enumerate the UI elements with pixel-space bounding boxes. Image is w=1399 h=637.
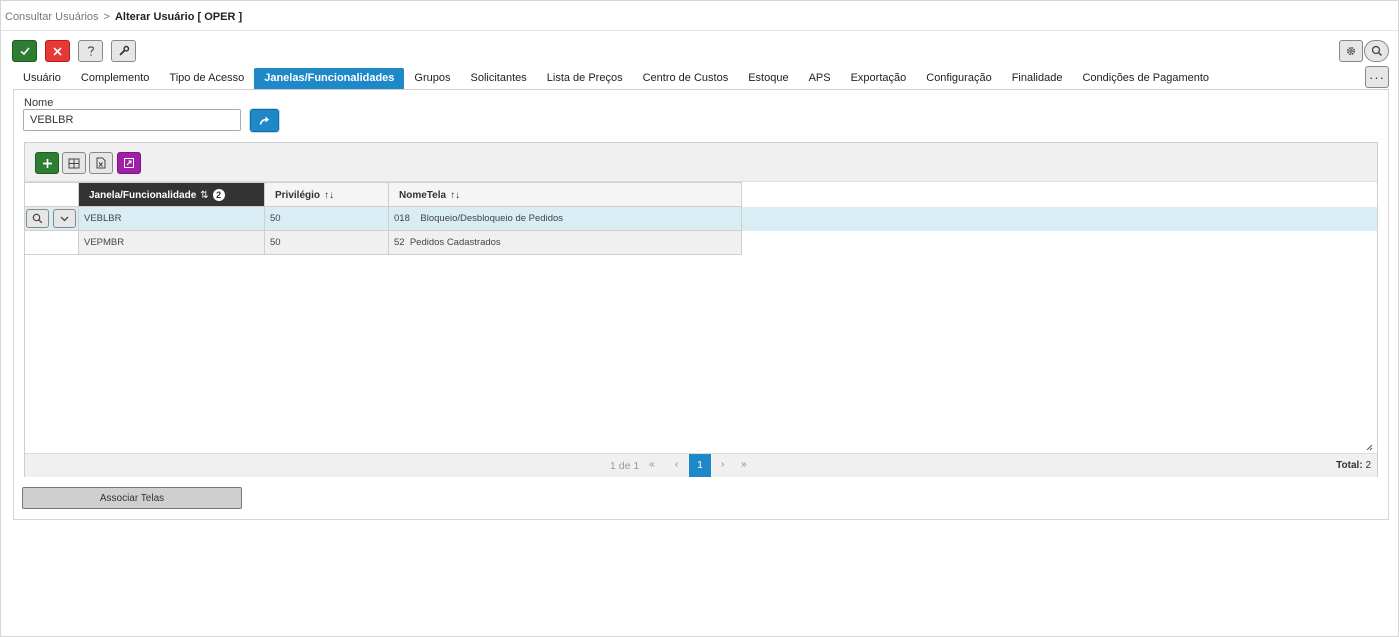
grid-toolbar bbox=[25, 143, 1377, 182]
grid-header: Janela/Funcionalidade ⇅ 2 Privilégio ↑↓ Nom… bbox=[25, 182, 742, 207]
total-count: Total: 2 bbox=[1336, 460, 1371, 471]
header-label: Privilégio bbox=[275, 190, 321, 201]
confirm-button[interactable] bbox=[12, 40, 37, 62]
tab-exportacao[interactable]: Exportação bbox=[841, 68, 917, 89]
row-actions bbox=[25, 207, 79, 231]
tab-estoque[interactable]: Estoque bbox=[738, 68, 798, 89]
export-excel-button[interactable] bbox=[89, 152, 113, 174]
nome-input[interactable] bbox=[23, 109, 241, 131]
row-expand-button[interactable] bbox=[53, 209, 76, 228]
cell-privilegio: 50 bbox=[265, 207, 389, 231]
breadcrumb-separator: > bbox=[103, 11, 110, 23]
row-filler bbox=[742, 231, 1377, 255]
header-label: NomeTela bbox=[399, 190, 447, 201]
page-info: 1 de 1 bbox=[610, 460, 640, 472]
table-row[interactable]: VEBLBR 50 018 Bloqueio/Desbloqueio de Pe… bbox=[25, 207, 1377, 231]
help-button[interactable] bbox=[78, 40, 103, 62]
tab-complemento[interactable]: Complemento bbox=[71, 68, 159, 89]
tab-tipo-de-acesso[interactable]: Tipo de Acesso bbox=[159, 68, 254, 89]
first-page-button[interactable]: « bbox=[649, 459, 655, 470]
tab-janelas-funcionalidades[interactable]: Janelas/Funcionalidades bbox=[254, 68, 405, 89]
tab-configuracao[interactable]: Configuração bbox=[916, 68, 1001, 89]
cell-janela: VEBLBR bbox=[79, 207, 265, 231]
nome-label: Nome bbox=[24, 97, 54, 109]
question-icon bbox=[87, 46, 94, 56]
wrench-icon bbox=[118, 45, 129, 56]
cell-janela: VEPMBR bbox=[79, 231, 265, 255]
sort-order-badge: 2 bbox=[212, 189, 225, 201]
associar-telas-button[interactable]: Associar Telas bbox=[22, 487, 242, 509]
header-janela-funcionalidade[interactable]: Janela/Funcionalidade ⇅ 2 bbox=[79, 182, 265, 207]
tab-grupos[interactable]: Grupos bbox=[404, 68, 460, 89]
more-options-button[interactable]: ··· bbox=[1365, 66, 1389, 88]
tab-bar: Usuário Complemento Tipo de Acesso Janel… bbox=[13, 68, 1219, 89]
cell-nome-tela: 52 Pedidos Cadastrados bbox=[389, 231, 742, 255]
columns-icon bbox=[68, 158, 80, 168]
current-page-button[interactable]: 1 bbox=[689, 454, 711, 477]
header-privilegio[interactable]: Privilégio ↑↓ bbox=[265, 182, 389, 207]
header-actions-cell bbox=[25, 182, 79, 207]
search-icon bbox=[32, 213, 43, 224]
settings-button[interactable] bbox=[1339, 40, 1363, 62]
search-button[interactable] bbox=[1364, 40, 1389, 62]
resize-grip-icon[interactable] bbox=[1366, 444, 1373, 451]
header-label: Janela/Funcionalidade bbox=[89, 190, 197, 201]
tab-finalidade[interactable]: Finalidade bbox=[1002, 68, 1073, 89]
plus-icon bbox=[42, 158, 52, 168]
expand-button[interactable] bbox=[117, 152, 141, 174]
total-value: 2 bbox=[1365, 460, 1371, 471]
check-icon bbox=[19, 47, 30, 56]
tab-centro-de-custos[interactable]: Centro de Custos bbox=[633, 68, 739, 89]
tools-button[interactable] bbox=[111, 40, 136, 62]
search-icon bbox=[1371, 45, 1382, 56]
sort-icon: ↑↓ bbox=[450, 190, 461, 201]
excel-icon bbox=[96, 157, 106, 169]
row-actions bbox=[25, 231, 79, 255]
row-view-button[interactable] bbox=[26, 209, 49, 228]
share-arrow-icon bbox=[259, 116, 269, 125]
table-row[interactable]: VEPMBR 50 52 Pedidos Cadastrados bbox=[25, 231, 1377, 255]
header-divider bbox=[1, 30, 1398, 31]
header-nome-tela[interactable]: NomeTela ↑↓ bbox=[389, 182, 742, 207]
sort-icon: ↑↓ bbox=[324, 190, 335, 201]
next-page-button[interactable]: › bbox=[721, 459, 724, 470]
row-filler bbox=[742, 207, 1377, 231]
total-label: Total: bbox=[1336, 460, 1363, 471]
gear-icon bbox=[1346, 46, 1356, 56]
expand-icon bbox=[124, 158, 134, 168]
cancel-button[interactable] bbox=[45, 40, 70, 62]
sort-icon: ⇅ bbox=[200, 190, 209, 201]
chevron-down-icon bbox=[60, 216, 69, 221]
add-row-button[interactable] bbox=[35, 152, 59, 174]
grid-pagination: 1 de 1 « ‹ 1 › » Total: 2 bbox=[25, 453, 1377, 477]
tab-lista-de-precos[interactable]: Lista de Preços bbox=[537, 68, 633, 89]
cell-privilegio: 50 bbox=[265, 231, 389, 255]
prev-page-button[interactable]: ‹ bbox=[675, 459, 678, 470]
go-button[interactable] bbox=[250, 109, 279, 132]
tab-usuario[interactable]: Usuário bbox=[13, 68, 71, 89]
columns-button[interactable] bbox=[62, 152, 86, 174]
close-icon bbox=[53, 46, 62, 56]
data-grid: Janela/Funcionalidade ⇅ 2 Privilégio ↑↓ Nom… bbox=[24, 142, 1378, 477]
breadcrumb-parent-link[interactable]: Consultar Usuários bbox=[5, 11, 99, 23]
cell-nome-tela: 018 Bloqueio/Desbloqueio de Pedidos bbox=[389, 207, 742, 231]
breadcrumb: Consultar Usuários > Alterar Usuário [ OPE… bbox=[5, 11, 242, 23]
breadcrumb-current: Alterar Usuário [ OPER ] bbox=[114, 11, 243, 23]
tab-condicoes-de-pagamento[interactable]: Condições de Pagamento bbox=[1072, 68, 1219, 89]
tab-aps[interactable]: APS bbox=[799, 68, 841, 89]
tab-solicitantes[interactable]: Solicitantes bbox=[461, 68, 537, 89]
last-page-button[interactable]: » bbox=[741, 459, 747, 470]
